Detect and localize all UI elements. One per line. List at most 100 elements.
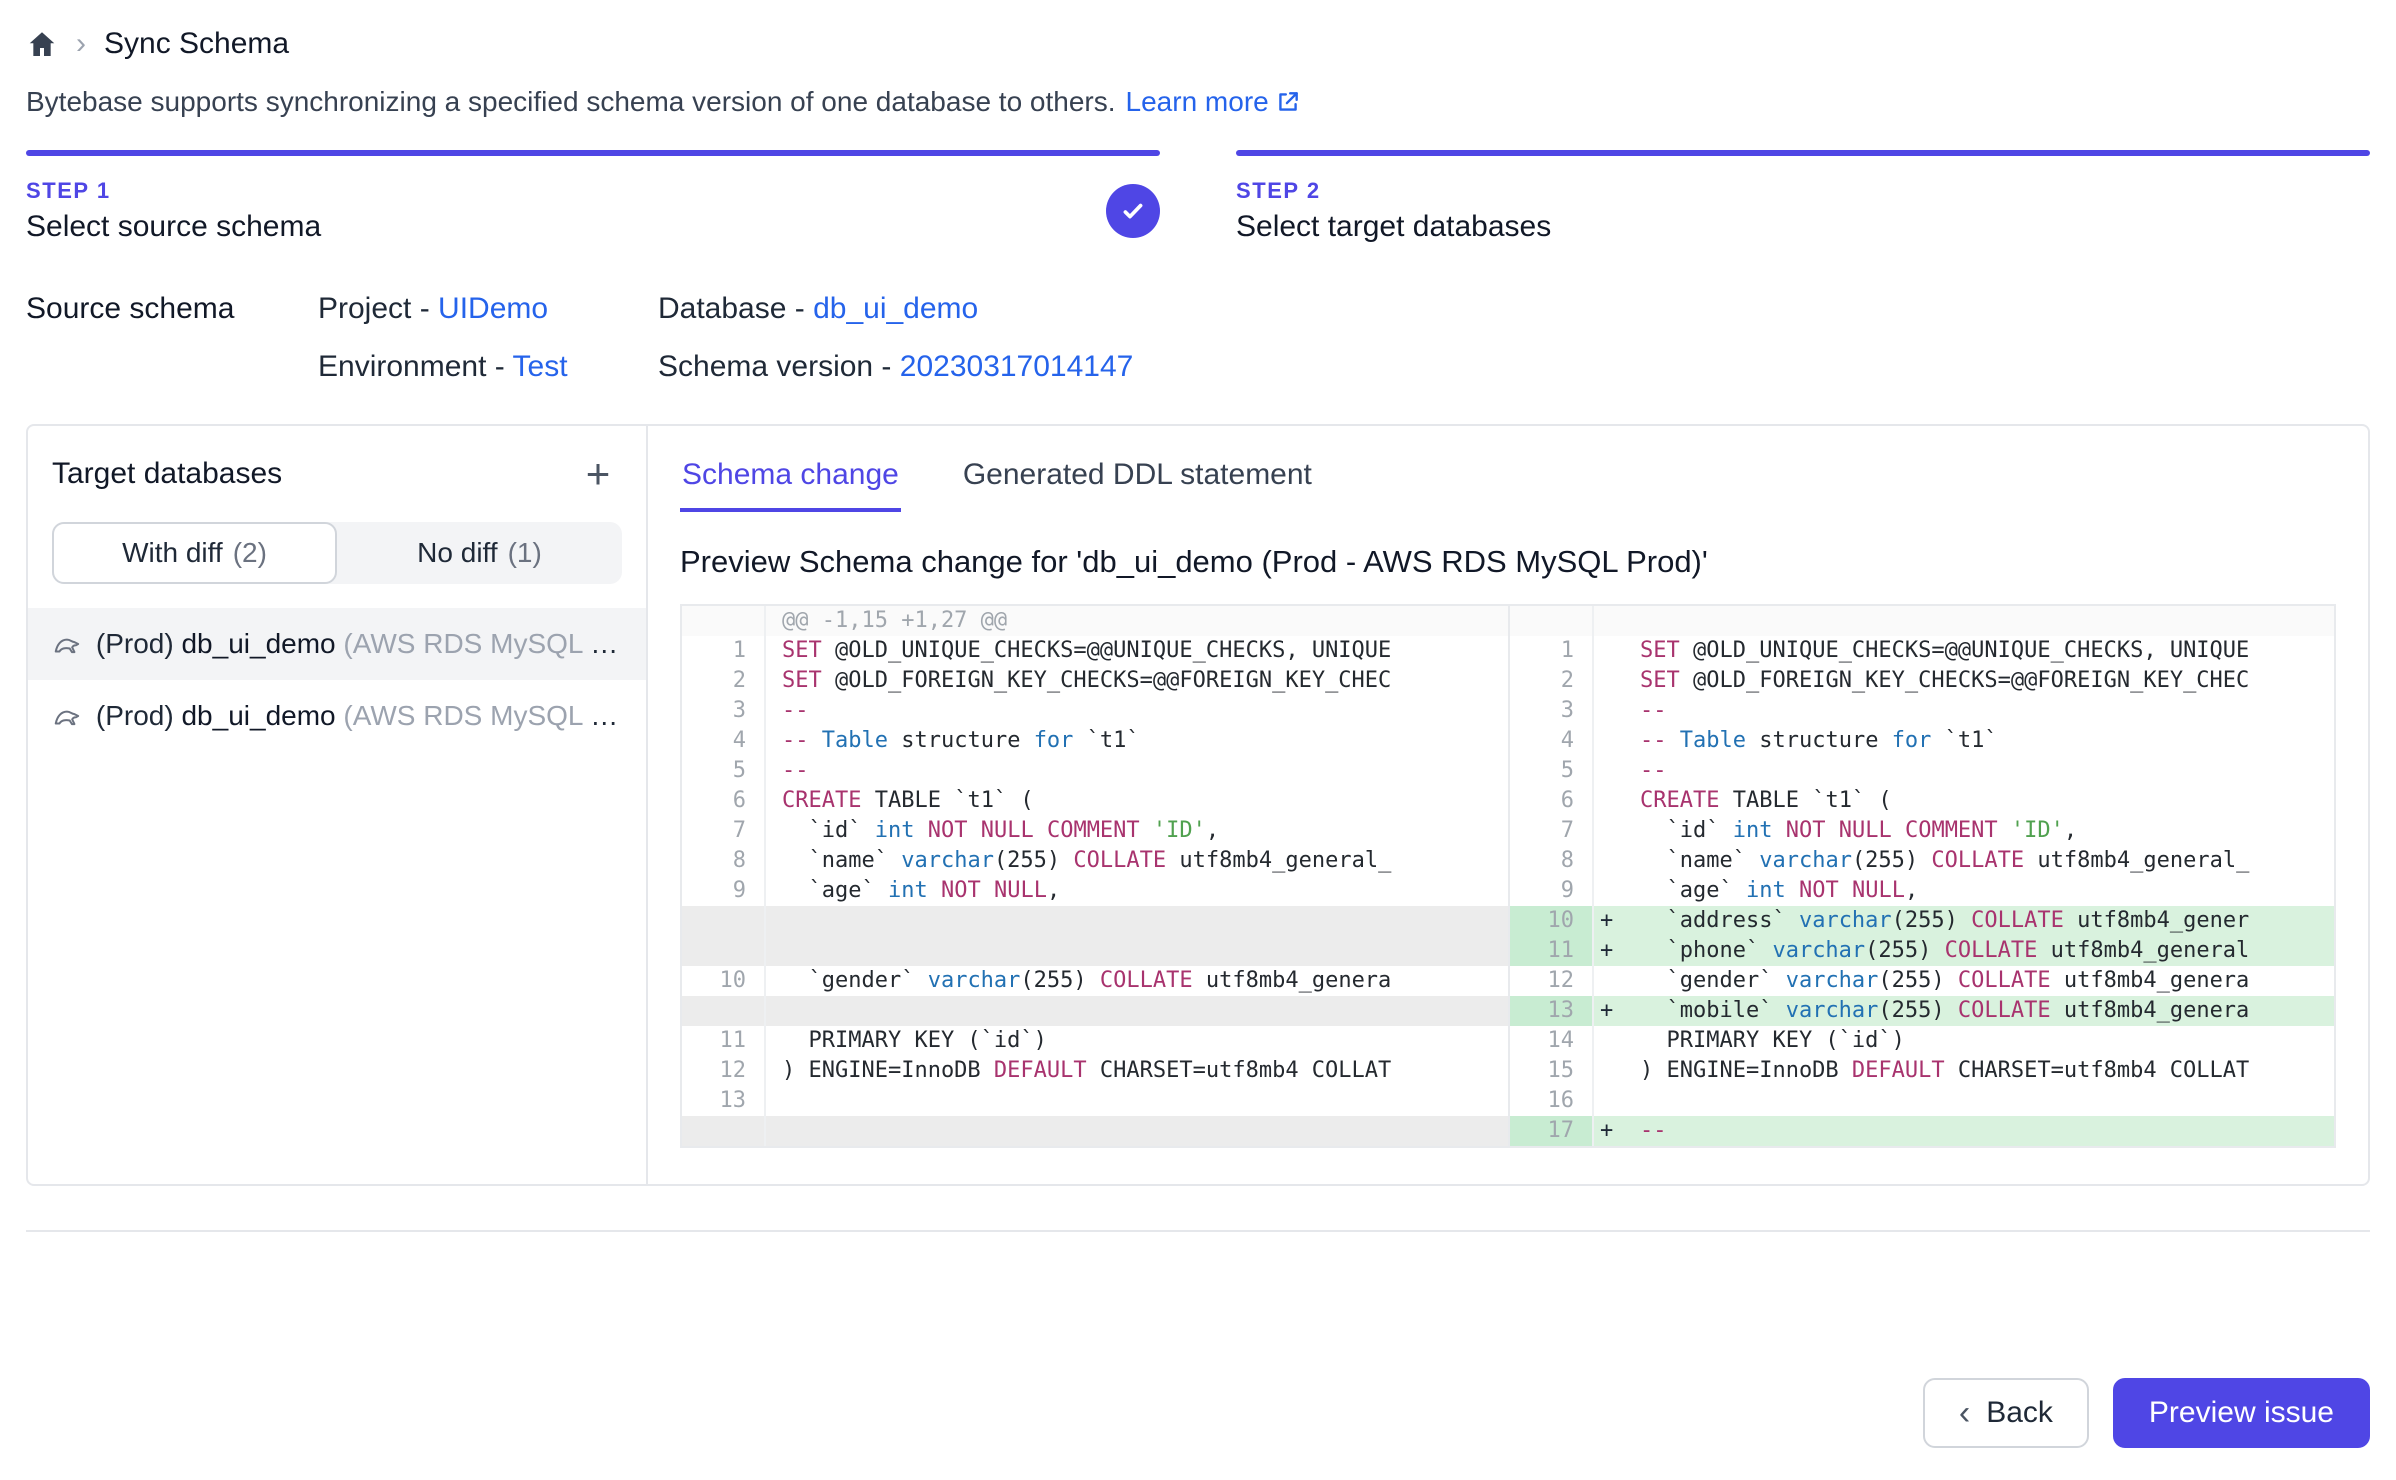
target-database-item-1[interactable]: (Prod) db_ui_demo (AWS RDS MySQL Prod) [28, 608, 646, 680]
mysql-engine-icon [52, 700, 82, 732]
project-prefix: Project - [318, 292, 438, 325]
line-number: 6 [682, 786, 766, 816]
line-number [682, 996, 766, 1026]
line-number: 5 [1510, 756, 1594, 786]
diff-marker [1594, 1026, 1624, 1056]
diff-row: 8 `name` varchar(255) COLLATE utf8mb4_ge… [682, 846, 2334, 876]
code-line: -- [766, 696, 1508, 726]
code-line: `mobile` varchar(255) COLLATE utf8mb4_ge… [1624, 996, 2334, 1026]
database-link[interactable]: db_ui_demo [813, 292, 978, 325]
schema-diff-viewer: @@ -1,15 +1,27 @@1SET @OLD_UNIQUE_CHECKS… [680, 604, 2336, 1148]
db-name: db_ui_demo [181, 628, 335, 659]
diff-row: 12) ENGINE=InnoDB DEFAULT CHARSET=utf8mb… [682, 1056, 2334, 1086]
target-database-item-2[interactable]: (Prod) db_ui_demo (AWS RDS MySQL Prod) [28, 680, 646, 752]
diff-right-half: 10+ `address` varchar(255) COLLATE utf8m… [1508, 906, 2334, 936]
tab-no-diff[interactable]: No diff (1) [337, 522, 622, 584]
diff-filter-tabs: With diff (2) No diff (1) [52, 522, 622, 584]
db-environment: (Prod) [96, 700, 182, 731]
target-databases-panel: Target databases + With diff (2) No diff… [28, 426, 648, 1184]
line-number: 13 [1510, 996, 1594, 1026]
diff-left-half: 9 `age` int NOT NULL, [682, 876, 1508, 906]
tab-with-diff[interactable]: With diff (2) [52, 522, 337, 584]
schema-version-prefix: Schema version - [658, 350, 900, 383]
environment-link[interactable]: Test [513, 350, 568, 383]
diff-hunk-header-row: @@ -1,15 +1,27 @@ [682, 606, 2334, 636]
db-instance-detail: (AWS RDS MySQL Prod) [336, 700, 622, 731]
tab-schema-change[interactable]: Schema change [680, 450, 901, 512]
source-project-field: Project - UIDemo [318, 292, 658, 326]
diff-marker [1594, 846, 1624, 876]
line-number: 12 [1510, 966, 1594, 996]
diff-right-half: 11+ `phone` varchar(255) COLLATE utf8mb4… [1508, 936, 2334, 966]
diff-right-half: 4-- Table structure for `t1` [1508, 726, 2334, 756]
diff-marker [1594, 1086, 1624, 1116]
diff-left-half: 6CREATE TABLE `t1` ( [682, 786, 1508, 816]
code-line: PRIMARY KEY (`id`) [1624, 1026, 2334, 1056]
step-1-title: Select source schema [26, 210, 1160, 244]
code-line [1624, 606, 2334, 636]
line-number: 14 [1510, 1026, 1594, 1056]
project-link[interactable]: UIDemo [438, 292, 548, 325]
code-line: -- Table structure for `t1` [1624, 726, 2334, 756]
line-number: 17 [1510, 1116, 1594, 1146]
stepper: STEP 1 Select source schema STEP 2 Selec… [26, 150, 2370, 244]
diff-marker [1594, 966, 1624, 996]
diff-row: 7 `id` int NOT NULL COMMENT 'ID',7 `id` … [682, 816, 2334, 846]
tab-generated-ddl[interactable]: Generated DDL statement [961, 450, 1314, 512]
code-line: ) ENGINE=InnoDB DEFAULT CHARSET=utf8mb4 … [766, 1056, 1508, 1086]
diff-marker [1594, 636, 1624, 666]
back-button[interactable]: ‹ Back [1923, 1378, 2089, 1448]
code-line: `address` varchar(255) COLLATE utf8mb4_g… [1624, 906, 2334, 936]
line-number: 8 [682, 846, 766, 876]
line-number: 16 [1510, 1086, 1594, 1116]
line-number: 1 [1510, 636, 1594, 666]
source-schema-label: Source schema [26, 292, 318, 384]
database-prefix: Database - [658, 292, 813, 325]
code-line: CREATE TABLE `t1` ( [1624, 786, 2334, 816]
schema-version-link[interactable]: 20230317014147 [900, 350, 1134, 383]
diff-row: 11+ `phone` varchar(255) COLLATE utf8mb4… [682, 936, 2334, 966]
step-2: STEP 2 Select target databases [1236, 150, 2370, 244]
diff-row: 9 `age` int NOT NULL,9 `age` int NOT NUL… [682, 876, 2334, 906]
code-line: -- [1624, 696, 2334, 726]
diff-right-half: 13+ `mobile` varchar(255) COLLATE utf8mb… [1508, 996, 2334, 1026]
diff-left-half: 7 `id` int NOT NULL COMMENT 'ID', [682, 816, 1508, 846]
line-number: 10 [682, 966, 766, 996]
code-line: SET @OLD_FOREIGN_KEY_CHECKS=@@FOREIGN_KE… [1624, 666, 2334, 696]
source-database-field: Database - db_ui_demo [658, 292, 1133, 326]
line-number: 1 [682, 636, 766, 666]
preview-tabs: Schema change Generated DDL statement [680, 450, 2336, 512]
diff-right-half: 6CREATE TABLE `t1` ( [1508, 786, 2334, 816]
line-number [682, 1116, 766, 1146]
code-line: `gender` varchar(255) COLLATE utf8mb4_ge… [766, 966, 1508, 996]
diff-right-half: 7 `id` int NOT NULL COMMENT 'ID', [1508, 816, 2334, 846]
line-number [682, 936, 766, 966]
tab-no-diff-count: (1) [508, 537, 542, 569]
tab-with-diff-count: (2) [233, 537, 267, 569]
code-line [1624, 1086, 2334, 1116]
code-line [766, 1086, 1508, 1116]
step-2-title: Select target databases [1236, 210, 2370, 244]
line-number: 5 [682, 756, 766, 786]
diff-row: 10 `gender` varchar(255) COLLATE utf8mb4… [682, 966, 2334, 996]
diff-left-half: 3-- [682, 696, 1508, 726]
diff-row: 5--5-- [682, 756, 2334, 786]
line-number: 9 [1510, 876, 1594, 906]
target-databases-title: Target databases [52, 457, 282, 491]
diff-row: 2SET @OLD_FOREIGN_KEY_CHECKS=@@FOREIGN_K… [682, 666, 2334, 696]
source-schema-summary: Source schema Project - UIDemo Database … [26, 292, 2370, 384]
home-icon[interactable] [26, 28, 58, 60]
sync-schema-page: › Sync Schema Bytebase supports synchron… [0, 0, 2396, 1480]
code-line: CREATE TABLE `t1` ( [766, 786, 1508, 816]
schema-sync-card: Target databases + With diff (2) No diff… [26, 424, 2370, 1186]
learn-more-link[interactable]: Learn more [1126, 86, 1301, 118]
add-target-database-button[interactable]: + [574, 450, 622, 498]
diff-row: 4-- Table structure for `t1`4-- Table st… [682, 726, 2334, 756]
line-number: 7 [682, 816, 766, 846]
diff-marker [1594, 876, 1624, 906]
diff-row: 1SET @OLD_UNIQUE_CHECKS=@@UNIQUE_CHECKS,… [682, 636, 2334, 666]
line-number: 11 [682, 1026, 766, 1056]
target-database-item-label: (Prod) db_ui_demo (AWS RDS MySQL Prod) [96, 628, 622, 660]
code-line: `age` int NOT NULL, [1624, 876, 2334, 906]
preview-issue-button[interactable]: Preview issue [2113, 1378, 2370, 1448]
